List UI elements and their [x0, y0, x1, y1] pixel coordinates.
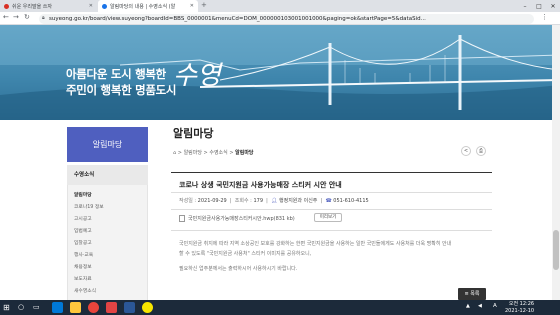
forward-icon[interactable]: → — [13, 13, 19, 21]
sidebar-item-notice[interactable]: 알림마당 — [74, 191, 92, 198]
post-author: 행정지원과 이신주 — [279, 198, 318, 204]
tab-label: 쉬운 우리말을 쓰자 — [12, 3, 52, 10]
close-window-icon[interactable]: ✕ — [546, 0, 560, 12]
person-icon: 👤︎ — [271, 198, 278, 204]
phone-icon: ☎ — [325, 198, 332, 204]
sidebar-section-header[interactable]: 수영소식 — [67, 165, 148, 185]
post-title: 코로나 상생 국민지원금 사용가능매장 스티커 시안 안내 — [179, 181, 342, 189]
attachment-filename[interactable]: 국민지원금사용가능매장스티커시안.hwp(831 kb) — [188, 215, 295, 222]
banner-slogan-line2: 주민이 행복한 명품도시 — [66, 83, 177, 97]
chrome-icon[interactable] — [88, 302, 99, 313]
close-tab-icon[interactable]: ✕ — [87, 3, 93, 9]
sidebar-item-covid[interactable]: 코로나19 정보 — [74, 203, 104, 210]
divider — [171, 192, 492, 193]
task-view-icon[interactable]: ▭ — [33, 302, 44, 313]
back-icon[interactable]: ← — [3, 13, 9, 21]
input-language[interactable]: A — [493, 303, 497, 309]
breadcrumb-item[interactable]: 알림마당 — [184, 150, 202, 156]
close-tab-icon[interactable]: ✕ — [188, 3, 194, 9]
minimize-icon[interactable]: – — [518, 0, 532, 12]
sidebar-item-bids[interactable]: 입찰공고 — [74, 239, 92, 246]
post-date: 2021-09-29 — [197, 198, 227, 204]
sidebar-item-press[interactable]: 보도자료 — [74, 275, 92, 282]
breadcrumb-current: 알림마당 — [235, 150, 254, 156]
sidebar-item-events[interactable]: 행사·교육 — [74, 251, 93, 258]
clock-date: 2021-12-10 — [505, 307, 535, 314]
breadcrumb-item[interactable]: 수영소식 — [209, 150, 227, 156]
print-icon[interactable]: ⎙ — [476, 146, 486, 156]
lock-icon[interactable]: 🔒︎ — [42, 15, 45, 21]
attachment-link[interactable]: 국민지원금사용가능매장스티커시안.hwp(831 kb) — [179, 215, 295, 222]
breadcrumb: ⌂ > 알림마당 > 수영소식 > 알림마당 — [173, 150, 254, 156]
browser-tab-2[interactable]: 알림마당의 내용 | 수영소식 (알 ✕ — [98, 0, 198, 12]
scrollbar-thumb[interactable] — [553, 230, 559, 270]
post-phone: 051-610-4115 — [333, 198, 369, 204]
banner-slogan-line1: 아름다운 도시 행복한 — [66, 67, 166, 81]
divider — [171, 209, 492, 210]
file-icon — [179, 215, 185, 222]
search-icon[interactable]: ○ — [18, 302, 29, 313]
windows-start-icon[interactable]: ⊞ — [3, 302, 14, 313]
divider — [171, 230, 492, 231]
volume-icon[interactable]: ◀ — [478, 303, 482, 309]
post-body-line: 필요하신 업주분께서는 출력하시어 사용하시기 바랍니다. — [179, 266, 298, 272]
file-explorer-icon[interactable] — [70, 302, 81, 313]
sidebar-item-news[interactable]: 새수영소식 — [74, 287, 96, 294]
page-title: 알림마당 — [173, 127, 214, 140]
tab-favicon-icon — [102, 3, 107, 9]
sidebar-item-jobs[interactable]: 채용정보 — [74, 263, 92, 270]
clock-time: 오전 12:26 — [508, 300, 535, 307]
post-meta: 작성일 : 2021-09-29 | 조회수 : 179 | 👤︎ 행정지원과 … — [179, 198, 369, 204]
divider — [171, 172, 492, 173]
edge-icon[interactable] — [52, 302, 63, 313]
browser-tab-1[interactable]: 쉬운 우리말을 쓰자 ✕ — [0, 0, 97, 12]
banner-logo: 수영 — [173, 61, 221, 91]
tab-favicon-icon — [4, 3, 9, 9]
reload-icon[interactable]: ↻ — [24, 13, 30, 21]
sidebar-title: 알림마당 — [67, 127, 148, 162]
kakaotalk-icon[interactable] — [142, 302, 153, 313]
new-tab-button[interactable]: + — [201, 1, 207, 9]
sidebar-item-announcements[interactable]: 고시공고 — [74, 215, 92, 222]
taskbar — [0, 300, 560, 315]
word-icon[interactable] — [124, 302, 135, 313]
network-icon[interactable]: ▲ — [466, 303, 470, 309]
clock[interactable]: 오전 12:26 2021-12-10 — [505, 301, 534, 315]
maximize-icon[interactable]: □ — [532, 0, 546, 12]
post-views: 179 — [253, 198, 263, 204]
tab-label: 알림마당의 내용 | 수영소식 (알 — [110, 3, 176, 10]
post-body-line: 할 수 있도록 "국민지원금 사용처" 스티커 이미지를 공유하오니, — [179, 251, 312, 257]
url-input[interactable]: suyeong.go.kr/board/view.suyeong?boardId… — [39, 14, 534, 24]
post-body-line: 국민지원금 취지에 따라 지역 소상공인 보호를 강화하는 한편 국민지원금을 … — [179, 241, 452, 247]
home-icon[interactable]: ⌂ — [173, 150, 176, 156]
app-icon[interactable] — [106, 302, 117, 313]
sidebar-item-legislation[interactable]: 입법예고 — [74, 227, 92, 234]
share-icon[interactable]: < — [461, 146, 471, 156]
menu-icon[interactable]: ⋮ — [541, 13, 548, 21]
list-button[interactable]: ≡ 목록 — [458, 288, 486, 300]
preview-button[interactable]: 미리보기 — [314, 213, 342, 222]
